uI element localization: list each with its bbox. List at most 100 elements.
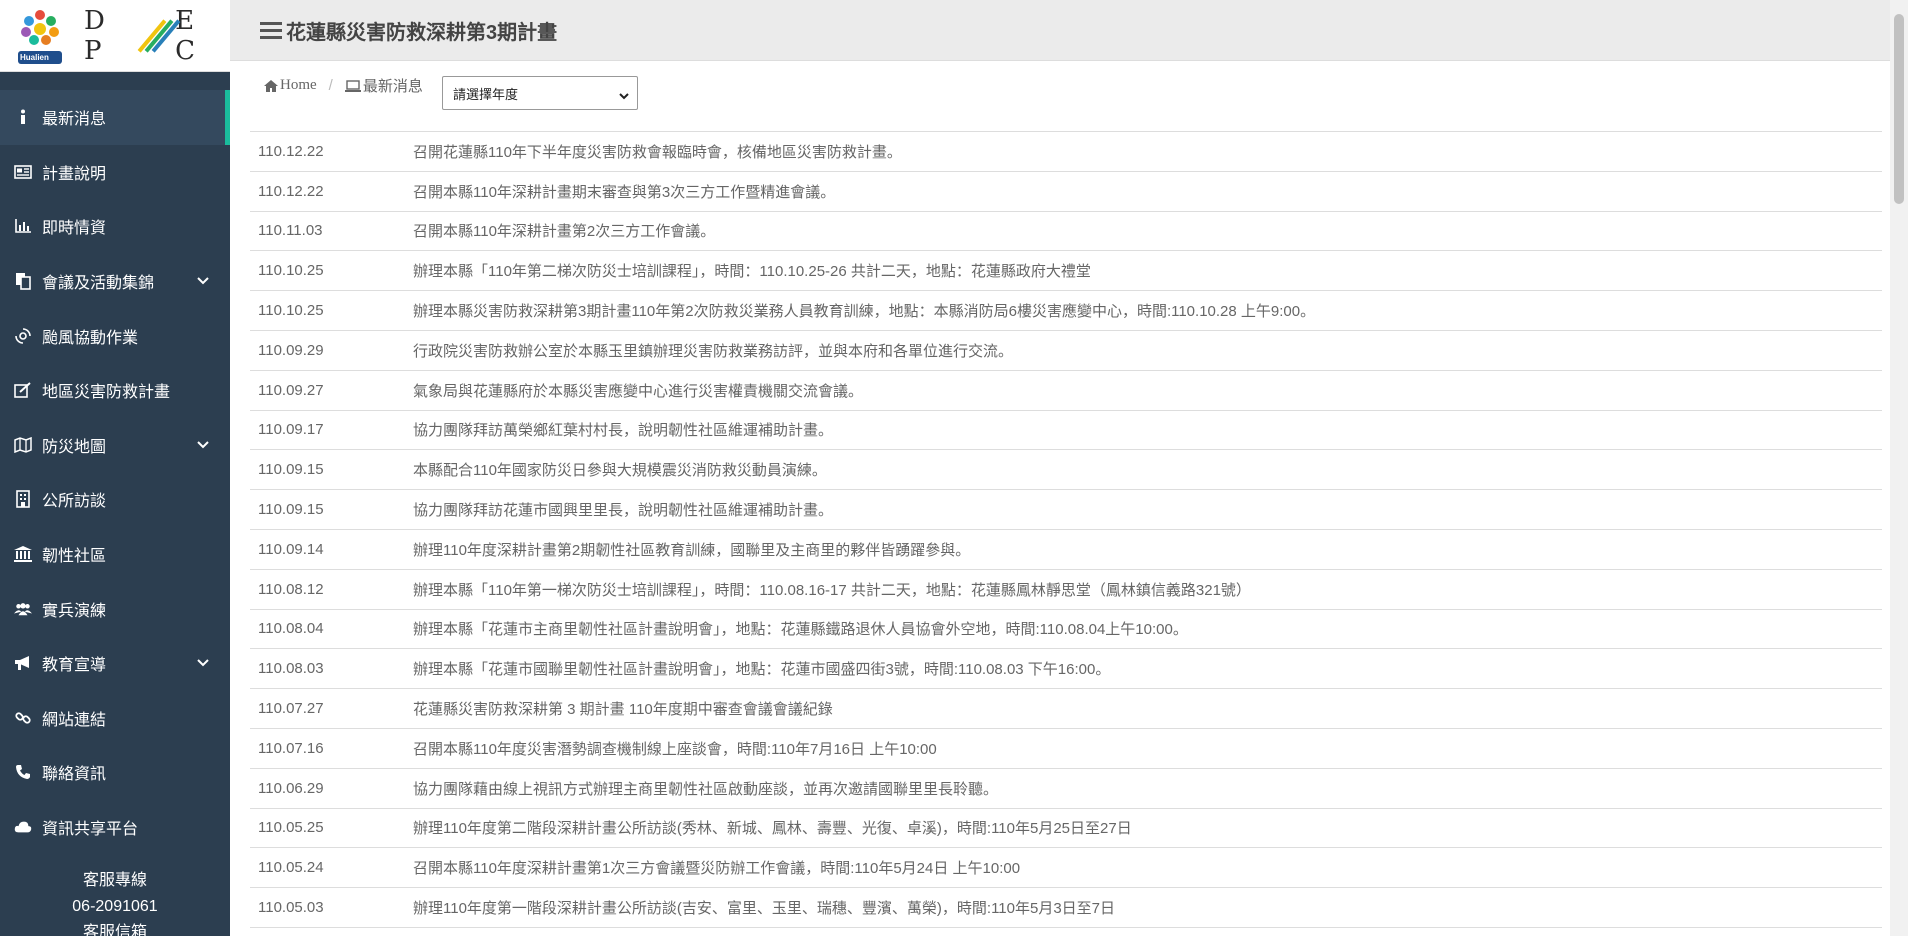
bar-chart-icon [14, 217, 32, 235]
logo-slash-icon [138, 18, 181, 53]
menu-toggle-icon[interactable] [260, 20, 282, 40]
sidebar-item-disaster-map[interactable]: 防災地圖 [0, 418, 230, 473]
sidebar-item-label: 聯絡資訊 [42, 766, 107, 784]
typhoon-icon [14, 327, 32, 345]
news-title-link[interactable]: 召開本縣110年深耕計畫期末審查與第3次三方工作暨精進會議。 [413, 181, 1882, 202]
map-icon [14, 436, 32, 454]
news-date: 110.12.22 [258, 182, 324, 200]
sidebar-item-label: 防災地圖 [42, 438, 107, 456]
breadcrumb-home-label: Home [280, 77, 317, 93]
sidebar-item-links[interactable]: 網站連結 [0, 691, 230, 746]
news-date: 110.11.03 [258, 222, 323, 240]
news-date: 110.09.15 [258, 461, 324, 479]
news-date: 110.09.27 [258, 381, 324, 399]
sidebar-item-resilient-community[interactable]: 韌性社區 [0, 527, 230, 582]
breadcrumb: Home / 最新消息 [264, 75, 423, 96]
sidebar-item-meetings[interactable]: 會議及活動集錦 [0, 254, 230, 309]
logo-wordmark-right: E C [175, 5, 202, 66]
news-row: 110.09.17 協力團隊拜訪萬榮鄉紅葉村村長，說明韌性社區維運補助計畫。 [250, 411, 1882, 451]
news-title-link[interactable]: 協力團隊拜訪萬榮鄉紅葉村村長，說明韌性社區維運補助計畫。 [413, 419, 1882, 440]
news-title-link[interactable]: 辦理本縣「110年第二梯次防災士培訓課程」，時間：110.10.25-26 共計… [413, 260, 1882, 281]
chevron-down-icon [196, 274, 210, 288]
cloud-icon [14, 818, 32, 836]
sidebar-item-office-interview[interactable]: 公所訪談 [0, 472, 230, 527]
news-date: 110.10.25 [258, 262, 324, 280]
news-row: 110.12.22 召開本縣110年深耕計畫期末審查與第3次三方工作暨精進會議。 [250, 172, 1882, 212]
news-date: 110.09.15 [258, 501, 324, 519]
news-row: 110.10.25 辦理本縣「110年第二梯次防災士培訓課程」，時間：110.10… [250, 251, 1882, 292]
breadcrumb-current: 最新消息 [344, 75, 423, 96]
sidebar-item-drill[interactable]: 實兵演練 [0, 581, 230, 636]
sidebar-item-news[interactable]: 最新消息 [0, 90, 230, 145]
phone-icon [14, 763, 32, 781]
news-title-link[interactable]: 辦理本縣「110年第一梯次防災士培訓課程」，時間：110.08.16-17 共計… [413, 579, 1882, 600]
sidebar-item-realtime-info[interactable]: 即時情資 [0, 199, 230, 254]
sidebar-item-label: 颱風協動作業 [42, 329, 139, 347]
news-date: 110.05.25 [258, 819, 324, 837]
news-row: 110.09.14 辦理110年度深耕計畫第2期韌性社區教育訓練，國聯里及主商里的… [250, 530, 1882, 570]
news-title-link[interactable]: 召開本縣110年度災害潛勢調查機制線上座談會，時間:110年7月16日 上午10… [413, 738, 1882, 759]
news-title-link[interactable]: 召開本縣110年度深耕計畫第1次三方會議暨災防辦工作會議，時間:110年5月24… [413, 857, 1882, 878]
main-content: Home / 最新消息 請選擇年度 110.12.22 召開花蓮縣110年下半年度… [230, 61, 1890, 936]
news-title-link[interactable]: 辦理110年度第一階段深耕計畫公所訪談(吉安、富里、玉里、瑞穗、豐濱、萬榮)，時… [413, 897, 1882, 918]
news-title-link[interactable]: 辦理110年度深耕計畫第2期韌性社區教育訓練，國聯里及主商里的夥伴皆踴躍參與。 [413, 539, 1882, 560]
news-date: 110.08.03 [258, 660, 324, 678]
news-row: 110.05.03 辦理110年度第一階段深耕計畫公所訪談(吉安、富里、玉里、瑞穗… [250, 888, 1882, 928]
sidebar-item-label: 最新消息 [42, 111, 107, 129]
news-title-link[interactable]: 召開本縣110年深耕計畫第2次三方工作會議。 [413, 220, 1882, 241]
news-title-link[interactable]: 行政院災害防救辦公室於本縣玉里鎮辦理災害防救業務訪評，並與本府和各單位進行交流。 [413, 340, 1882, 361]
news-row: 110.09.15 協力團隊拜訪花蓮市國興里里長，說明韌性社區維運補助計畫。 [250, 490, 1882, 530]
service-phone: 06-2091061 [72, 898, 158, 916]
sidebar: Hualien D P E C 最新消息 計畫說明 即時情資 會議及活動集錦 颱… [0, 0, 230, 936]
chevron-down-icon [619, 89, 629, 100]
logo-wordmark-left: D P [84, 5, 111, 66]
sidebar-item-label: 網站連結 [42, 711, 107, 729]
news-row: 110.05.24 召開本縣110年度深耕計畫第1次三方會議暨災防辦工作會議，時間… [250, 848, 1882, 889]
link-icon [14, 709, 32, 727]
news-row: 110.09.15 本縣配合110年國家防災日參與大規模震災消防救災動員演練。 [250, 450, 1882, 491]
news-row: 110.07.27 花蓮縣災害防救深耕第 3 期計畫 110年度期中審查會議會議紀… [250, 689, 1882, 729]
news-title-link[interactable]: 辦理本縣「花蓮市主商里韌性社區計畫說明會」，地點：花蓮縣鐵路退休人員協會外空地，… [413, 618, 1882, 639]
sidebar-item-label: 韌性社區 [42, 548, 107, 566]
news-title-link[interactable]: 花蓮縣災害防救深耕第 3 期計畫 110年度期中審查會議會議紀錄 [413, 698, 1882, 719]
news-row: 110.09.27 氣象局與花蓮縣府於本縣災害應變中心進行災害權責機關交流會議。 [250, 371, 1882, 411]
breadcrumb-separator: / [328, 77, 333, 94]
year-select[interactable]: 請選擇年度 [442, 76, 638, 110]
news-title-link[interactable]: 協力團隊拜訪花蓮市國興里里長，說明韌性社區維運補助計畫。 [413, 499, 1882, 520]
news-title-link[interactable]: 氣象局與花蓮縣府於本縣災害應變中心進行災害權責機關交流會議。 [413, 380, 1882, 401]
users-icon [14, 600, 32, 618]
page-scrollbar[interactable] [1890, 0, 1908, 936]
sidebar-item-info-sharing[interactable]: 資訊共享平台 [0, 800, 230, 855]
news-row: 110.10.25 辦理本縣災害防救深耕第3期計畫110年第2次防救災業務人員教育… [250, 291, 1882, 331]
logo-wordmark: D P E C [84, 6, 230, 66]
sidebar-item-regional-plan[interactable]: 地區災害防救計畫 [0, 363, 230, 418]
news-row: 110.08.12 辦理本縣「110年第一梯次防災士培訓課程」，時間：110.08… [250, 570, 1882, 610]
news-date: 110.09.17 [258, 421, 324, 439]
logo[interactable]: Hualien D P E C [0, 0, 230, 72]
scrollbar-thumb[interactable] [1894, 14, 1904, 204]
customer-service: 客服專線 06-2091061 客服信箱 [0, 868, 230, 936]
news-title-link[interactable]: 辦理110年度第二階段深耕計畫公所訪談(秀林、新城、鳳林、壽豐、光復、卓溪)，時… [413, 817, 1882, 838]
news-title-link[interactable]: 召開花蓮縣110年下半年度災害防救會報臨時會，核備地區災害防救計畫。 [413, 141, 1882, 162]
news-title-link[interactable]: 協力團隊藉由線上視訊方式辦理主商里韌性社區啟動座談，並再次邀請國聯里里長聆聽。 [413, 778, 1882, 799]
sidebar-item-label: 教育宣導 [42, 657, 107, 675]
sidebar-item-label: 即時情資 [42, 220, 107, 238]
news-date: 110.12.22 [258, 142, 324, 160]
breadcrumb-home[interactable]: Home [264, 77, 317, 94]
news-date: 110.10.25 [258, 302, 324, 320]
news-title-link[interactable]: 本縣配合110年國家防災日參與大規模震災消防救災動員演練。 [413, 459, 1882, 480]
sidebar-item-plan-description[interactable]: 計畫說明 [0, 145, 230, 200]
news-row: 110.05.25 辦理110年度第二階段深耕計畫公所訪談(秀林、新城、鳳林、壽豐… [250, 809, 1882, 849]
news-date: 110.06.29 [258, 779, 324, 797]
sidebar-item-typhoon[interactable]: 颱風協動作業 [0, 308, 230, 363]
news-title-link[interactable]: 辦理本縣「花蓮市國聯里韌性社區計畫說明會」，地點：花蓮市國盛四街3號，時間:11… [413, 658, 1882, 679]
sidebar-item-contact[interactable]: 聯絡資訊 [0, 745, 230, 800]
newspaper-icon [14, 163, 32, 181]
sidebar-item-label: 資訊共享平台 [42, 821, 139, 839]
bullhorn-icon [14, 654, 32, 672]
sidebar-item-education[interactable]: 教育宣導 [0, 636, 230, 691]
news-date: 110.07.16 [258, 739, 324, 757]
news-row: 110.07.16 召開本縣110年度災害潛勢調查機制線上座談會，時間:110年7… [250, 729, 1882, 769]
news-title-link[interactable]: 辦理本縣災害防救深耕第3期計畫110年第2次防救災業務人員教育訓練，地點：本縣消… [413, 300, 1882, 321]
news-date: 110.05.24 [258, 859, 324, 877]
